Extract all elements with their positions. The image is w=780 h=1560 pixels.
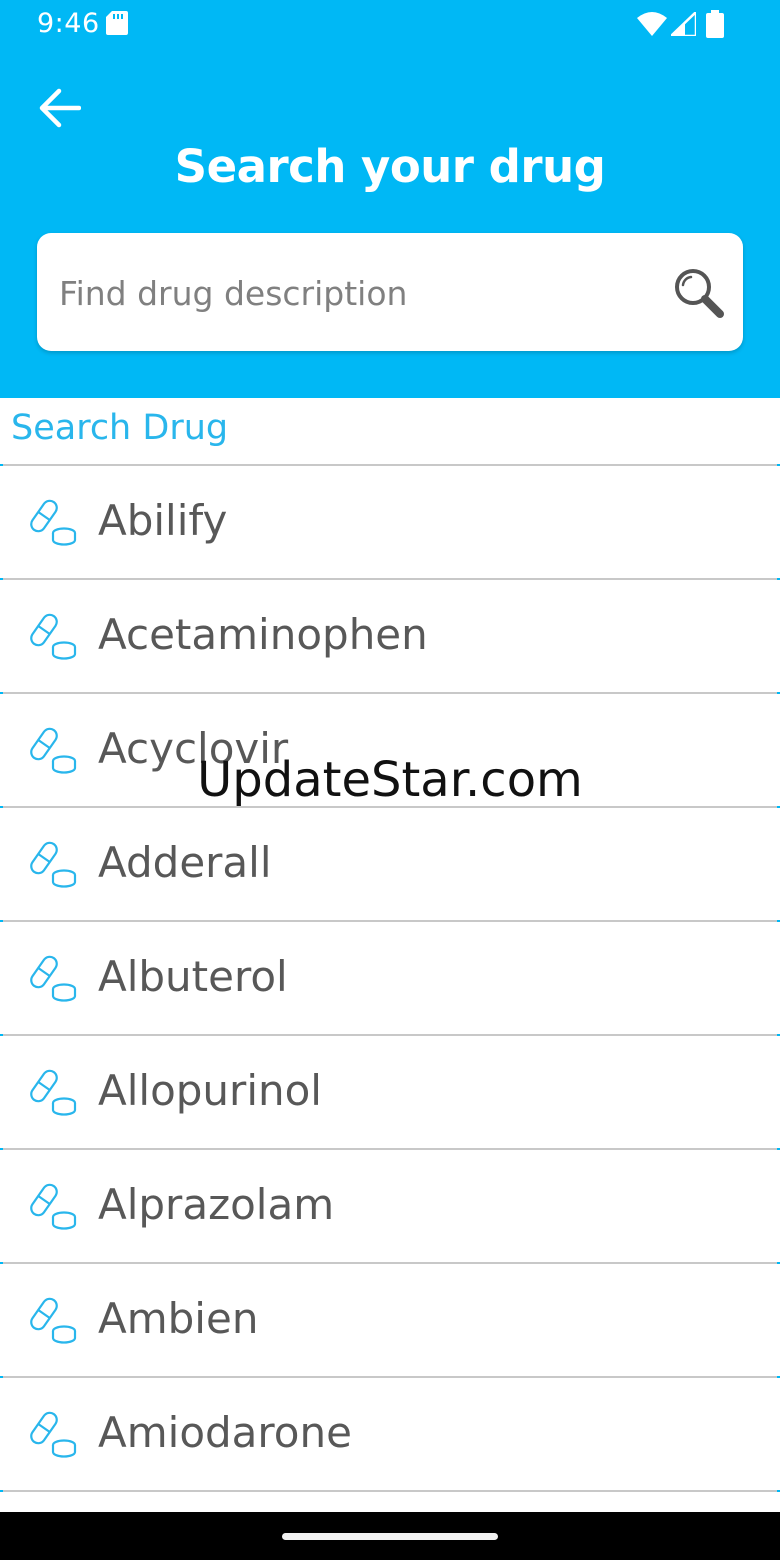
section-label: Search Drug [11, 408, 229, 448]
status-bar: 9:46 [0, 0, 780, 50]
pill-icon [30, 1297, 77, 1344]
drug-name: Amiodarone [98, 1408, 352, 1457]
pill-icon [30, 613, 77, 660]
pill-icon [30, 499, 77, 546]
sd-card-icon [106, 11, 128, 35]
drug-name: Allopurinol [98, 1066, 322, 1115]
search-input[interactable] [57, 233, 661, 353]
drug-name: Acetaminophen [98, 610, 428, 659]
drug-name: Alprazolam [98, 1180, 335, 1229]
list-item[interactable]: Acetaminophen [0, 578, 780, 692]
list-item[interactable]: Albuterol [0, 920, 780, 1034]
drug-name: Ambien [98, 1294, 259, 1343]
battery-icon [706, 10, 724, 38]
status-time: 9:46 [37, 8, 100, 39]
wifi-icon [637, 12, 667, 36]
pill-icon [30, 1069, 77, 1116]
page-title: Search your drug [174, 140, 606, 193]
drug-name: Albuterol [98, 952, 288, 1001]
list-item[interactable]: Alprazolam [0, 1148, 780, 1262]
list-item[interactable]: Abilify [0, 464, 780, 578]
watermark: UpdateStar.com [197, 752, 583, 808]
pill-icon [30, 955, 77, 1002]
drug-name: Abilify [98, 496, 228, 545]
arrow-left-icon [39, 88, 81, 128]
app-header: 9:46 Search your drug [0, 0, 780, 398]
search-icon[interactable] [673, 267, 725, 319]
signal-icon [671, 12, 696, 36]
back-button[interactable] [34, 83, 84, 133]
list-item[interactable]: Allopurinol [0, 1034, 780, 1148]
drug-name: Adderall [98, 838, 272, 887]
pill-icon [30, 841, 77, 888]
list-item[interactable]: Ambien [0, 1262, 780, 1376]
list-item[interactable]: Adderall [0, 806, 780, 920]
pill-icon [30, 1411, 77, 1458]
pill-icon [30, 1183, 77, 1230]
drug-list: Abilify Acetaminophen Acyclovir Adderall [0, 464, 780, 1520]
list-item[interactable]: Amiodarone [0, 1376, 780, 1490]
search-box[interactable] [37, 233, 743, 353]
navigation-bar [0, 1512, 780, 1560]
home-indicator[interactable] [282, 1533, 498, 1540]
